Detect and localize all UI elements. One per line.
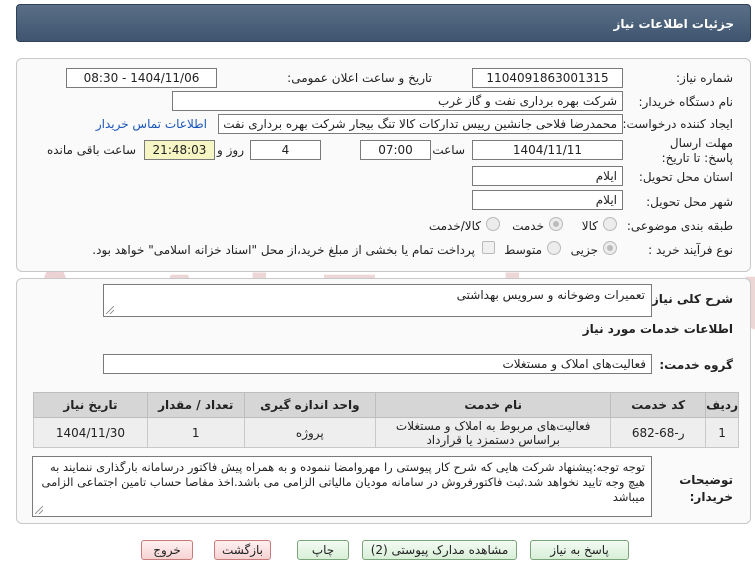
col-code-header: کد خدمت bbox=[610, 392, 707, 418]
summary-text: تعمیرات وضوخانه و سرویس بهداشتی bbox=[456, 288, 645, 302]
col-date-header: تاریخ نیاز bbox=[33, 392, 148, 418]
days-label: روز و bbox=[217, 143, 244, 157]
days-count-field: 4 bbox=[250, 140, 321, 160]
deadline-time-field: 07:00 bbox=[360, 140, 431, 160]
buyer-contact-link[interactable]: اطلاعات تماس خریدار bbox=[96, 117, 207, 131]
col-unit-header: واحد اندازه گیری bbox=[243, 392, 377, 418]
need-number-field: 1104091863001315 bbox=[472, 68, 623, 88]
category-radio-goods[interactable] bbox=[603, 217, 617, 231]
treasury-payment-checkbox[interactable] bbox=[482, 241, 495, 254]
buyer-notes-text: توجه توجه:پیشنهاد شرکت هایی که شرح کار پ… bbox=[41, 460, 645, 504]
province-label: استان محل تحویل: bbox=[638, 170, 733, 184]
process-option-medium: متوسط bbox=[504, 243, 542, 257]
province-field: ایلام bbox=[472, 166, 623, 186]
process-radio-partial[interactable] bbox=[603, 241, 617, 255]
resize-grip-icon[interactable] bbox=[106, 306, 114, 314]
services-table: ردیف کد خدمت نام خدمت واحد اندازه گیری ت… bbox=[33, 392, 739, 448]
cell-row: 1 bbox=[705, 417, 739, 448]
resize-grip-icon[interactable] bbox=[35, 506, 43, 514]
attachments-button[interactable]: مشاهده مدارک پیوستی (2) bbox=[362, 540, 517, 560]
print-button[interactable]: چاپ bbox=[297, 540, 349, 560]
buyer-org-label: نام دستگاه خریدار: bbox=[638, 95, 734, 109]
service-group-label: گروه خدمت: bbox=[659, 358, 733, 372]
category-option-goods-service: کالا/خدمت bbox=[428, 219, 481, 233]
city-label: شهر محل تحویل: bbox=[646, 195, 733, 209]
cell-name: فعالیت‌های مربوط به املاک و مستغلات براس… bbox=[375, 417, 612, 448]
table-row: 1 ر-68-682 فعالیت‌های مربوط به املاک و م… bbox=[33, 417, 739, 448]
announce-label: تاریخ و ساعت اعلان عمومی: bbox=[287, 71, 432, 85]
services-section-title: اطلاعات خدمات مورد نیاز bbox=[582, 322, 733, 336]
creator-field: محمدرضا فلاحی جانشین رییس تدارکات کالا ت… bbox=[218, 114, 623, 134]
back-button[interactable]: بازگشت bbox=[214, 540, 271, 560]
process-radio-medium[interactable] bbox=[547, 241, 561, 255]
cell-unit: پروژه bbox=[243, 417, 377, 448]
remaining-time-field: 21:48:03 bbox=[144, 140, 215, 160]
summary-textarea: تعمیرات وضوخانه و سرویس بهداشتی bbox=[103, 284, 652, 317]
category-option-goods: کالا bbox=[581, 219, 598, 233]
col-name-header: نام خدمت bbox=[375, 392, 612, 418]
category-radio-service[interactable] bbox=[549, 217, 563, 231]
buyer-notes-textarea: توجه توجه:پیشنهاد شرکت هایی که شرح کار پ… bbox=[32, 456, 652, 517]
reply-button[interactable]: پاسخ به نیاز bbox=[530, 540, 629, 560]
summary-label: شرح کلی نیاز: bbox=[647, 292, 733, 306]
buyer-org-field: شرکت بهره برداری نفت و گاز غرب bbox=[172, 91, 623, 111]
buyer-notes-label: توضیحات خریدار: bbox=[679, 473, 733, 504]
city-field: ایلام bbox=[472, 190, 623, 210]
deadline-hour-label: ساعت bbox=[432, 143, 465, 157]
cell-qty: 1 bbox=[146, 417, 245, 448]
category-label: طبقه بندی موضوعی: bbox=[626, 219, 733, 233]
deadline-label: مهلت ارسال پاسخ: تا تاریخ: bbox=[661, 136, 733, 165]
table-header-row: ردیف کد خدمت نام خدمت واحد اندازه گیری ت… bbox=[33, 392, 739, 418]
need-number-label: شماره نیاز: bbox=[676, 71, 733, 85]
announce-field: 1404/11/06 - 08:30 bbox=[66, 68, 217, 88]
category-radio-goods-service[interactable] bbox=[486, 217, 500, 231]
process-type-label: نوع فرآیند خرید : bbox=[648, 243, 733, 257]
creator-label: ایجاد کننده درخواست: bbox=[622, 117, 733, 131]
col-row-header: ردیف bbox=[705, 392, 739, 418]
service-group-field: فعالیت‌های املاک و مستغلات bbox=[103, 354, 652, 374]
category-option-service: خدمت bbox=[512, 219, 544, 233]
col-qty-header: تعداد / مقدار bbox=[146, 392, 245, 418]
deadline-date-field: 1404/11/11 bbox=[472, 140, 623, 160]
exit-button[interactable]: خروج bbox=[141, 540, 193, 560]
process-option-partial: جزیی bbox=[570, 243, 598, 257]
remaining-label: ساعت باقی مانده bbox=[46, 143, 136, 157]
cell-code: ر-68-682 bbox=[610, 417, 707, 448]
page-title: جزئیات اطلاعات نیاز bbox=[16, 4, 751, 42]
cell-date: 1404/11/30 bbox=[33, 417, 148, 448]
treasury-payment-note: پرداخت تمام یا بخشی از مبلغ خرید،از محل … bbox=[92, 243, 475, 257]
